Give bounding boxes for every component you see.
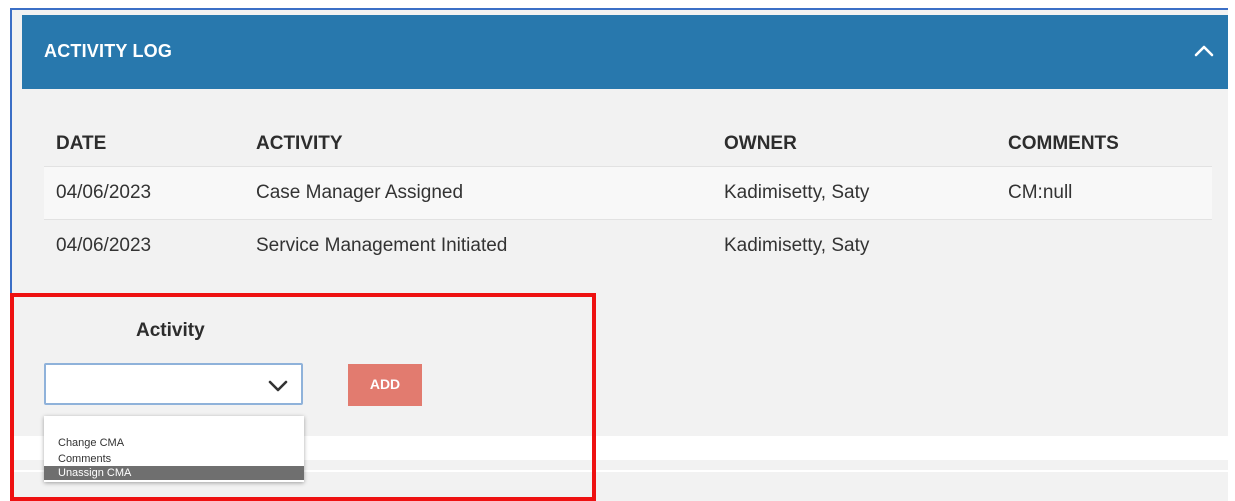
option-comments[interactable]: Comments: [44, 452, 304, 466]
column-header-owner[interactable]: OWNER: [712, 122, 996, 167]
activity-log-header[interactable]: ACTIVITY LOG: [22, 15, 1228, 89]
column-header-activity[interactable]: ACTIVITY: [244, 122, 712, 167]
column-header-date[interactable]: DATE: [44, 122, 244, 167]
cell-comments: [996, 219, 1212, 272]
chevron-down-icon: [268, 380, 288, 392]
column-header-comments[interactable]: COMMENTS: [996, 122, 1212, 167]
table-row: 04/06/2023 Case Manager Assigned Kadimis…: [44, 166, 1212, 220]
cell-owner: Kadimisetty, Saty: [712, 166, 996, 220]
cell-comments: CM:null: [996, 166, 1212, 220]
option-change-cma[interactable]: Change CMA: [44, 436, 304, 450]
activity-dropdown-menu: Change CMA Comments Unassign CMA: [44, 416, 304, 482]
activity-table: DATE ACTIVITY OWNER COMMENTS 04/06/2023 …: [44, 122, 1212, 272]
option-unassign-cma[interactable]: Unassign CMA: [44, 466, 304, 480]
cell-owner: Kadimisetty, Saty: [712, 219, 996, 272]
activity-select[interactable]: [44, 363, 303, 405]
chevron-up-icon[interactable]: [1194, 45, 1214, 57]
cell-date: 04/06/2023: [44, 219, 244, 272]
table-header-row: DATE ACTIVITY OWNER COMMENTS: [44, 122, 1212, 167]
add-button[interactable]: ADD: [348, 364, 422, 406]
cell-activity: Case Manager Assigned: [244, 166, 712, 220]
panel-title: ACTIVITY LOG: [44, 41, 173, 61]
cell-date: 04/06/2023: [44, 166, 244, 220]
activity-log-panel: ACTIVITY LOG DATE ACTIVITY OWNER COMMENT…: [10, 8, 1228, 501]
activity-label: Activity: [136, 320, 205, 341]
cell-activity: Service Management Initiated: [244, 219, 712, 272]
table-row: 04/06/2023 Service Management Initiated …: [44, 219, 1212, 272]
